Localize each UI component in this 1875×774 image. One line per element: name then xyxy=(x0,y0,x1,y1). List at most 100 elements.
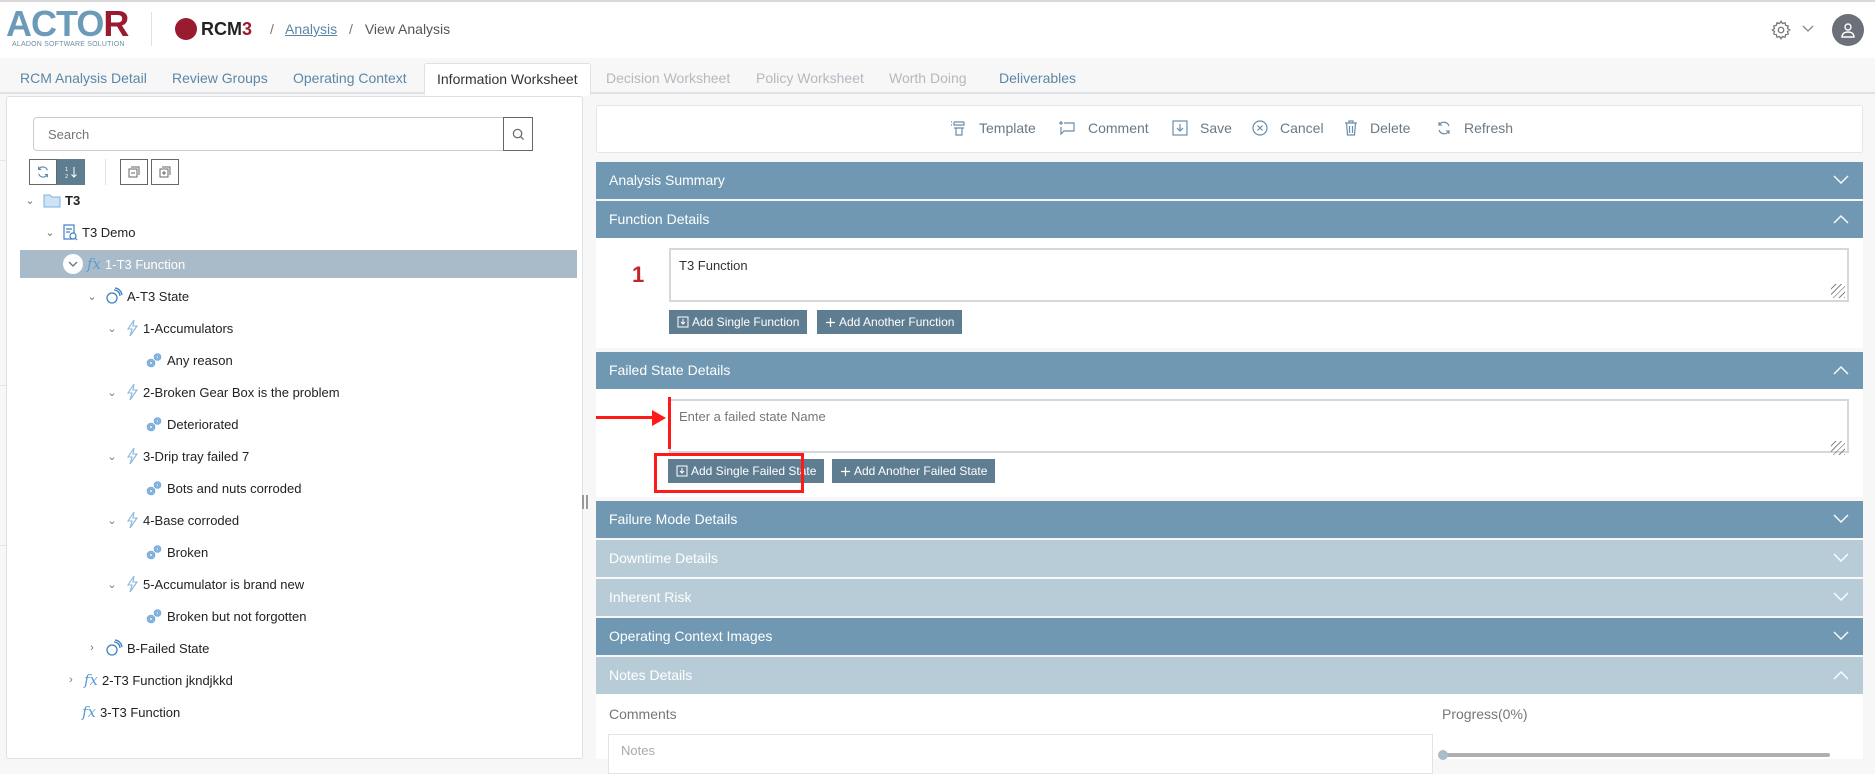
chevron-down-icon[interactable] xyxy=(1833,618,1849,655)
expand-all-button[interactable] xyxy=(151,159,179,185)
product-version: 3 xyxy=(242,18,253,39)
failed-state-details-body: Add Single Failed State Add Another Fail… xyxy=(596,389,1863,497)
cancel-button[interactable]: Cancel xyxy=(1252,120,1324,136)
collapse-all-button[interactable] xyxy=(120,159,148,185)
save-icon xyxy=(677,316,689,328)
refresh-button[interactable]: Refresh xyxy=(1436,120,1513,136)
gears-icon xyxy=(145,480,163,496)
search-button[interactable] xyxy=(503,117,533,151)
resize-handle[interactable] xyxy=(1831,284,1845,298)
tab-decision-worksheet[interactable]: Decision Worksheet xyxy=(594,63,742,94)
tree-node-label: T3 Demo xyxy=(82,224,136,240)
chevron-down-icon[interactable]: ⌄ xyxy=(105,322,119,335)
chevron-down-icon[interactable] xyxy=(1833,579,1849,616)
chevron-down-icon[interactable]: ⌄ xyxy=(105,514,119,527)
delete-button[interactable]: Delete xyxy=(1344,120,1410,136)
tree-node-function[interactable]: fx 3-T3 Function xyxy=(82,698,562,726)
failed-state-name-textarea[interactable] xyxy=(669,399,1849,453)
tree-node-function[interactable]: › fx 2-T3 Function jkndjkkd xyxy=(64,666,564,694)
product-name: RCM xyxy=(201,18,242,39)
chevron-down-icon[interactable]: ⌄ xyxy=(105,386,119,399)
chevron-down-icon[interactable]: ⌄ xyxy=(43,226,57,239)
tab-worth-doing[interactable]: Worth Doing xyxy=(877,63,979,94)
operating-context-images-header[interactable]: Operating Context Images xyxy=(596,618,1863,655)
tab-review-groups[interactable]: Review Groups xyxy=(160,63,280,94)
tree-node-label: 3-T3 Function xyxy=(100,704,181,720)
chevron-down-icon[interactable] xyxy=(1802,22,1814,36)
user-avatar-icon[interactable] xyxy=(1832,14,1864,46)
tree-node-cause[interactable]: Deteriorated xyxy=(145,410,565,438)
inherent-risk-header[interactable]: Inherent Risk xyxy=(596,579,1863,616)
failed-state-details-header[interactable]: Failed State Details xyxy=(596,352,1863,389)
chevron-right-icon[interactable]: › xyxy=(64,674,78,686)
actor-logo[interactable]: ACTOR ALADON SOFTWARE SOLUTION xyxy=(6,6,134,49)
logo-text: ACTO xyxy=(6,3,104,44)
save-icon xyxy=(1172,120,1188,136)
tree-node-function-selected[interactable]: fx 1-T3 Function xyxy=(20,250,577,278)
breadcrumb-analysis-link[interactable]: Analysis xyxy=(285,21,337,37)
tree-node-analysis[interactable]: ⌄ T3 Demo xyxy=(43,218,573,246)
add-single-function-button[interactable]: Add Single Function xyxy=(669,310,808,334)
chevron-down-icon[interactable]: ⌄ xyxy=(23,194,37,207)
function-icon: fx xyxy=(82,703,97,721)
lightning-icon xyxy=(125,319,139,337)
chevron-up-icon[interactable] xyxy=(1833,352,1849,389)
template-label: Template xyxy=(979,120,1036,136)
chevron-down-icon[interactable]: ⌄ xyxy=(105,578,119,591)
save-button[interactable]: Save xyxy=(1172,120,1232,136)
notes-input[interactable]: Notes xyxy=(608,734,1433,774)
tree-node-cause[interactable]: Broken but not forgotten xyxy=(145,602,565,630)
chevron-down-icon[interactable] xyxy=(63,254,83,274)
failure-mode-details-header[interactable]: Failure Mode Details xyxy=(596,501,1863,538)
analysis-summary-header[interactable]: Analysis Summary xyxy=(596,162,1863,199)
function-details-header[interactable]: Function Details xyxy=(596,201,1863,238)
chevron-down-icon[interactable]: ⌄ xyxy=(85,290,99,303)
function-number: 1 xyxy=(632,262,645,287)
template-button[interactable]: Template xyxy=(949,120,1036,136)
tree-node-failed-state[interactable]: ⌄ A-T3 State xyxy=(85,282,565,310)
progress-slider[interactable] xyxy=(1438,750,1830,760)
toolbar-divider xyxy=(105,159,106,185)
resize-handle[interactable] xyxy=(1831,441,1845,455)
tab-operating-context[interactable]: Operating Context xyxy=(281,63,419,94)
add-another-function-button[interactable]: Add Another Function xyxy=(817,310,963,334)
tree-node-failure-mode[interactable]: ⌄ 3-Drip tray failed 7 xyxy=(105,442,565,470)
refresh-icon xyxy=(38,166,48,178)
refresh-tree-button[interactable] xyxy=(29,159,57,185)
logo-text-accent: R xyxy=(103,3,129,44)
tab-deliverables[interactable]: Deliverables xyxy=(987,63,1088,94)
chevron-up-icon[interactable] xyxy=(1833,201,1849,238)
search-input[interactable] xyxy=(34,118,474,150)
tab-information-worksheet[interactable]: Information Worksheet xyxy=(424,63,591,96)
tree-node-cause[interactable]: Broken xyxy=(145,538,565,566)
function-icon: fx xyxy=(84,671,99,689)
tree-node-label: Deteriorated xyxy=(167,416,239,432)
downtime-details-header[interactable]: Downtime Details xyxy=(596,540,1863,577)
chevron-down-icon[interactable]: ⌄ xyxy=(105,450,119,463)
tree-node-failure-mode[interactable]: ⌄ 5-Accumulator is brand new xyxy=(105,570,565,598)
comment-button[interactable]: Comment xyxy=(1058,120,1149,136)
chevron-down-icon[interactable] xyxy=(1833,501,1849,538)
function-name-textarea[interactable]: T3 Function xyxy=(669,248,1849,302)
gear-icon[interactable] xyxy=(1770,19,1792,41)
tab-policy-worksheet[interactable]: Policy Worksheet xyxy=(744,63,876,94)
sort-button[interactable]: 12 xyxy=(57,159,85,185)
rcm3-logo[interactable]: RCM3 xyxy=(175,18,252,40)
tree-node-cause[interactable]: Bots and nuts corroded xyxy=(145,474,565,502)
chevron-right-icon[interactable]: › xyxy=(85,642,99,654)
tree-node-failed-state[interactable]: › B-Failed State xyxy=(85,634,565,662)
notes-details-header[interactable]: Notes Details xyxy=(596,657,1863,694)
tree-node-folder[interactable]: ⌄ T3 xyxy=(23,186,573,214)
tree-node-failure-mode[interactable]: ⌄ 2-Broken Gear Box is the problem xyxy=(105,378,565,406)
tree-node-failure-mode[interactable]: ⌄ 1-Accumulators xyxy=(105,314,565,342)
chevron-down-icon[interactable] xyxy=(1833,162,1849,199)
chevron-down-icon[interactable] xyxy=(1833,540,1849,577)
tree-node-failure-mode[interactable]: ⌄ 4-Base corroded xyxy=(105,506,565,534)
tree-node-cause[interactable]: Any reason xyxy=(145,346,565,374)
gears-icon xyxy=(145,608,163,624)
pane-splitter-handle[interactable] xyxy=(582,495,588,509)
add-another-failed-state-button[interactable]: Add Another Failed State xyxy=(832,459,996,483)
tab-rcm-analysis-detail[interactable]: RCM Analysis Detail xyxy=(8,63,159,94)
chevron-up-icon[interactable] xyxy=(1833,657,1849,694)
plus-icon xyxy=(826,317,835,327)
